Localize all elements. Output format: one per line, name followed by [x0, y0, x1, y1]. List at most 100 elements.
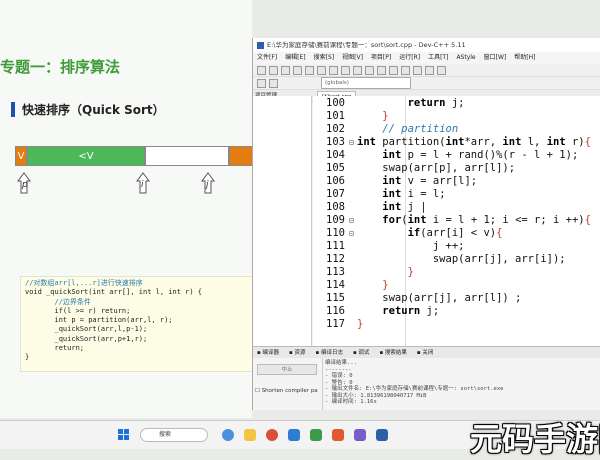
bottom-tab[interactable]: ▪ 搜索结果 [379, 347, 406, 358]
bottom-tab[interactable]: ▪ 编译日志 [315, 347, 342, 358]
slide-subtitle: 快速排序（Quick Sort） [22, 103, 165, 117]
slide-code-line: int p = partition(arr,l, r); [25, 316, 173, 325]
project-pane [253, 96, 312, 346]
line-number: 101 [326, 110, 345, 122]
code-line[interactable]: 110 ⊟ if(arr[i] < v){ [313, 227, 600, 240]
chrome-icon[interactable] [266, 429, 278, 441]
code-line[interactable]: 105 swap(arr[p], arr[l]); [313, 162, 600, 175]
fold-toggle-icon[interactable]: ⊟ [349, 227, 357, 240]
window-title: E:\华为家庭存储\赛前课程\专题一：sort\sort.cpp - Dev-C… [267, 41, 466, 49]
code-line[interactable]: 106 int v = arr[l]; [313, 175, 600, 188]
save-icon[interactable] [281, 65, 290, 75]
indent-icon[interactable] [269, 78, 278, 88]
menu-item[interactable]: 编辑[E] [285, 52, 305, 64]
line-number: 102 [326, 123, 345, 135]
edge-browser-icon[interactable] [222, 429, 234, 441]
app-icon-green[interactable] [310, 429, 322, 441]
slide-code-line: //对数组arr[l,...r]进行快速排序 [25, 279, 143, 287]
menu-item[interactable]: 工具[T] [428, 52, 448, 64]
compile-run-icon[interactable] [401, 65, 410, 75]
line-number: 111 [326, 240, 345, 252]
fold-toggle-icon[interactable]: ⊟ [349, 136, 357, 149]
powerpoint-icon[interactable] [332, 429, 344, 441]
window-titlebar: E:\华为家庭存储\赛前课程\专题一：sort\sort.cpp - Dev-C… [253, 38, 600, 52]
code-line[interactable]: 116 return j; [313, 305, 600, 318]
compile-icon[interactable] [377, 65, 386, 75]
shorten-label: Shorten compiler pa [261, 388, 318, 394]
pointer-label-j: j [206, 180, 209, 190]
close-icon[interactable] [305, 65, 314, 75]
compile-controls: 中止 ☐ Shorten compiler pa [253, 358, 323, 410]
slide-code-line: //边界条件 [25, 297, 91, 306]
toolbar-secondary: (globals) [253, 77, 600, 90]
line-number: 105 [326, 162, 345, 174]
devcpp-taskbar-icon[interactable] [376, 429, 388, 441]
app-icon-purple[interactable] [354, 429, 366, 441]
debug-icon[interactable] [425, 65, 434, 75]
toolbar-main [253, 64, 600, 77]
taskbar-search-label: 搜索 [159, 431, 172, 438]
array-segment-pivot: V [15, 146, 27, 166]
find-icon[interactable] [353, 65, 362, 75]
compile-log-pane: 中止 ☐ Shorten compiler pa 编译结果... --------… [253, 358, 600, 410]
menu-item[interactable]: 运行[R] [399, 52, 420, 64]
line-number: 100 [326, 97, 345, 109]
line-number: 112 [326, 253, 345, 265]
slide-code-block: //对数组arr[l,...r]进行快速排序 void _quickSort(in… [20, 276, 252, 372]
store-icon[interactable] [288, 429, 300, 441]
code-line[interactable]: 115 swap(arr[j], arr[l]) ; [313, 292, 600, 305]
code-line[interactable]: 103 ⊟ int partition(int*arr, int l, int r)… [313, 136, 600, 149]
code-line[interactable]: 108 int j | [313, 201, 600, 214]
code-line[interactable]: 101 } [313, 110, 600, 123]
stop-button[interactable]: 中止 [257, 364, 317, 375]
code-line[interactable]: 113 } [313, 266, 600, 279]
taskbar-search[interactable]: 搜索 [140, 428, 208, 442]
code-line[interactable]: 112 swap(arr[j], arr[i]); [313, 253, 600, 266]
code-line[interactable]: 109 ⊟ for(int i = l + 1; i <= r; i ++){ [313, 214, 600, 227]
menu-bar: 文件[F] 编辑[E] 搜索[S] 视图[V] 项目[P] 运行[R] 工具[T] AStyl… [253, 52, 600, 64]
line-number: 104 [326, 149, 345, 161]
new-file-icon[interactable] [257, 65, 266, 75]
replace-icon[interactable] [365, 65, 374, 75]
line-number: 107 [326, 188, 345, 200]
class-icon[interactable] [257, 78, 266, 88]
menu-item[interactable]: 项目[P] [371, 52, 391, 64]
line-number: 113 [326, 266, 345, 278]
line-number: 110 [326, 227, 345, 239]
redo-icon[interactable] [341, 65, 350, 75]
windows-start-icon[interactable] [118, 429, 129, 440]
open-file-icon[interactable] [269, 65, 278, 75]
code-line[interactable]: 117} [313, 318, 600, 331]
menu-item[interactable]: 窗口[W] [484, 52, 507, 64]
check-icon[interactable] [437, 65, 446, 75]
print-icon[interactable] [317, 65, 326, 75]
bottom-tab[interactable]: ▪ 编译器 [257, 347, 279, 358]
bottom-tab[interactable]: ▪ 关闭 [417, 347, 433, 358]
slide-panel: 专题一：排序算法 快速排序（Quick Sort） V <V p i j //对… [0, 0, 252, 418]
rebuild-icon[interactable] [413, 65, 422, 75]
bottom-tab[interactable]: ▪ 调试 [353, 347, 369, 358]
code-line[interactable]: 111 j ++; [313, 240, 600, 253]
file-explorer-icon[interactable] [244, 429, 256, 441]
fold-toggle-icon[interactable]: ⊟ [349, 214, 357, 227]
code-editor[interactable]: 100 return j; 101 } 102 // partition 103 ⊟ in… [313, 96, 600, 346]
menu-item[interactable]: 搜索[S] [314, 52, 335, 64]
bottom-tab[interactable]: ▪ 资源 [289, 347, 305, 358]
code-line[interactable]: 104 int p = l + rand()%(r - l + 1); [313, 149, 600, 162]
globals-dropdown[interactable]: (globals) [321, 77, 411, 89]
code-line[interactable]: 114 } [313, 279, 600, 292]
code-line[interactable]: 107 int i = l; [313, 188, 600, 201]
devcpp-window: E:\华为家庭存储\赛前课程\专题一：sort\sort.cpp - Dev-C… [252, 38, 600, 410]
save-all-icon[interactable] [293, 65, 302, 75]
shorten-compiler-checkbox[interactable]: ☐ Shorten compiler pa [255, 388, 318, 394]
undo-icon[interactable] [329, 65, 338, 75]
line-number: 117 [326, 318, 345, 330]
run-icon[interactable] [389, 65, 398, 75]
app-icon [257, 41, 264, 49]
menu-item[interactable]: 视图[V] [342, 52, 363, 64]
code-line[interactable]: 102 // partition [313, 123, 600, 136]
menu-item[interactable]: 文件[F] [257, 52, 277, 64]
menu-item[interactable]: 帮助[H] [514, 52, 535, 64]
menu-item[interactable]: AStyle [456, 52, 475, 64]
code-line[interactable]: 100 return j; [313, 97, 600, 110]
